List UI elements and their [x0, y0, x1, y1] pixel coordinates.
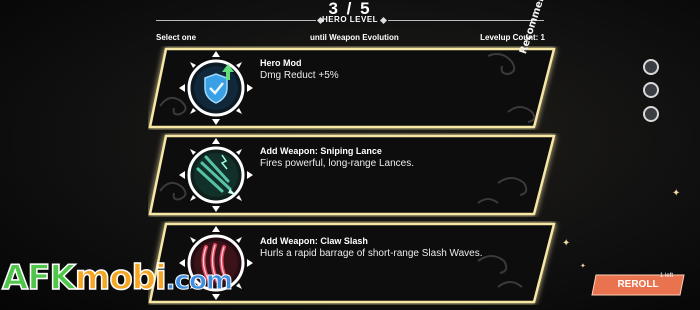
hero-level-label: HERO LEVEL: [321, 15, 379, 24]
sparkle-icon: ✦: [562, 238, 571, 249]
side-slot-1[interactable]: [643, 59, 659, 75]
card-description: Hurls a rapid barrage of short-range Sla…: [260, 248, 483, 259]
reroll-left-count: 1 left: [660, 273, 674, 279]
card-description: Fires powerful, long-range Lances.: [260, 158, 414, 169]
subheader-row: Select one until Weapon Evolution Levelu…: [156, 33, 545, 45]
side-slot-2[interactable]: [643, 82, 659, 98]
afkmobi-watermark: AFKmobi.com: [1, 257, 233, 301]
watermark-mobi: mobi: [74, 257, 167, 299]
divider-right: [388, 20, 544, 21]
reroll-label: REROLL: [617, 279, 659, 290]
watermark-dotcom: .com: [165, 266, 233, 297]
card-description: Dmg Reduct +5%: [260, 70, 339, 81]
side-slot-3[interactable]: [643, 106, 659, 122]
upgrade-card-sniping-lance[interactable]: Add Weapon: Sniping Lance Fires powerful…: [148, 133, 568, 217]
until-evolution-label: until Weapon Evolution: [310, 33, 399, 42]
select-one-label: Select one: [156, 33, 197, 42]
card-title: Add Weapon: Sniping Lance: [260, 146, 382, 156]
card-title: Hero Mod: [260, 58, 302, 68]
upgrade-card-hero-mod[interactable]: Hero Mod Dmg Reduct +5%: [148, 46, 568, 130]
shield-upgrade-icon: [179, 51, 253, 125]
watermark-afk: AFK: [1, 257, 76, 299]
card-title: Add Weapon: Claw Slash: [260, 236, 368, 246]
header: 3 / 5 HERO LEVEL Select one until Weapon…: [0, 0, 700, 44]
sparkle-icon: ✦: [672, 188, 681, 199]
sniping-lance-icon: [179, 138, 253, 212]
sparkle-icon: ✦: [580, 263, 586, 270]
